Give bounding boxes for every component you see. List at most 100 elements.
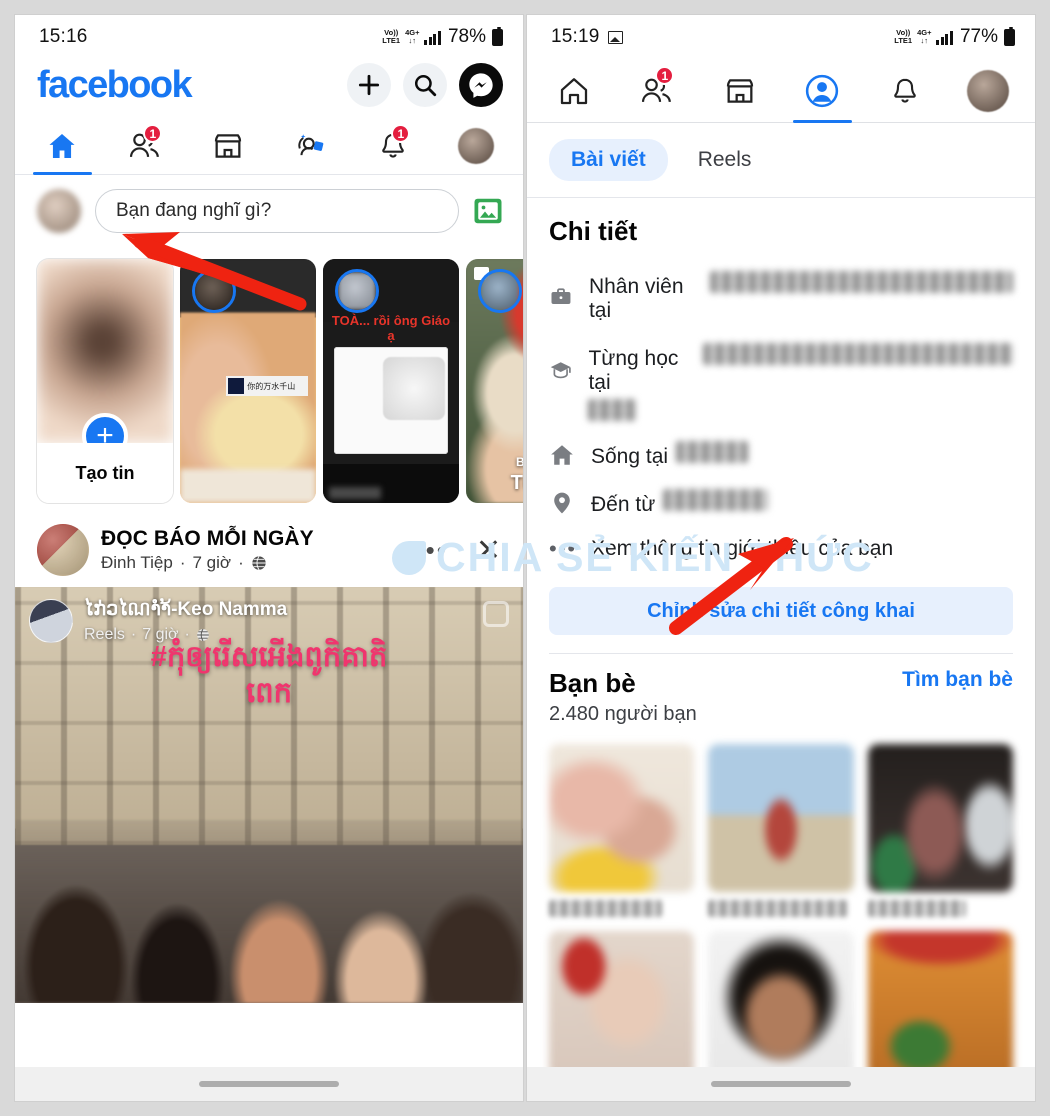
sidebar-item-profile[interactable] [434,117,517,174]
redacted-value [676,441,749,463]
friend-cell[interactable] [708,931,854,1079]
story-bottom-blur [180,469,316,503]
status-time: 15:16 [39,26,88,47]
right-phone-panel: 15:19 Vo)) LTE1 4G+ ↓↑ 77% 1 Bài viết Re… [526,14,1036,1102]
detail-row-see-about-info[interactable]: ••• Xem thông tin giới thiệu của bạn [549,527,1013,571]
story-card[interactable]: TOÀ... rồi ông Giáo ạ [323,259,459,503]
friends-grid [527,732,1035,1079]
redacted-value [709,271,1013,293]
friend-photo [708,744,854,892]
post-page-name[interactable]: ĐỌC BÁO MỖI NGÀY [101,527,397,551]
friend-name-redacted [708,900,848,917]
search-icon [414,74,437,97]
create-button[interactable] [347,63,391,107]
post-reel-video[interactable]: ໄກ່ວໄណາໍຳ້-Keo Namma Reels · 7 giờ · #កុ… [15,587,523,1003]
sidebar-item-home[interactable] [21,117,104,175]
sidebar-item-profile[interactable] [781,59,864,123]
sidebar-item-groups[interactable] [269,117,352,174]
story-overlay-text: TOÀ... rồi ông Giáo ạ [331,312,451,343]
story-card[interactable]: Bia nc Tư N [466,259,523,503]
story-product-earbuds [382,356,446,421]
reel-foreground-crowd [15,819,523,1003]
left-home-indicator[interactable] [15,1067,523,1101]
friend-cell[interactable] [867,744,1013,917]
messenger-button[interactable] [459,63,503,107]
composer-input[interactable]: Bạn đang nghĩ gì? [95,189,459,233]
detail-row-education[interactable]: Từng học tại [549,333,1013,431]
right-home-indicator[interactable] [527,1067,1035,1101]
search-button[interactable] [403,63,447,107]
detail-label: Từng học tại [588,343,1013,395]
post-time: 7 giờ [192,553,232,572]
detail-row-current-city[interactable]: Sống tại [549,431,1013,479]
story-bottom-bar [323,463,459,503]
marketplace-icon [214,133,241,158]
friend-cell[interactable] [708,744,854,917]
sidebar-item-friends[interactable]: 1 [616,59,699,122]
edit-public-details-button[interactable]: Chỉnh sửa chi tiết công khai [549,587,1013,635]
friend-photo [867,931,1013,1079]
ellipsis-icon: ••• [549,536,577,561]
reel-author-avatar [29,598,73,643]
friend-cell[interactable] [867,931,1013,1079]
page-title: Chi tiết [549,216,638,246]
home-icon [561,77,588,104]
volte-indicator: Vo)) LTE1 [894,28,913,45]
battery-icon [1004,26,1015,46]
story-create-label: Tạo tin [37,443,173,503]
story-create-card[interactable]: + Tạo tin [37,259,173,503]
bell-icon [894,78,916,103]
redacted-value [663,489,769,511]
page-avatar[interactable] [37,524,89,576]
see-about-info-label[interactable]: Xem thông tin giới thiệu của bạn [591,537,893,561]
stories-tray[interactable]: + Tạo tin 你的万水千山 TOÀ... rồi ông Giáo ạ B… [15,249,523,513]
location-pin-icon [554,492,570,514]
tab-posts[interactable]: Bài viết [549,139,668,181]
facebook-logo: facebook [37,63,193,106]
sidebar-item-notifications[interactable]: 1 [352,117,435,174]
redacted-value [702,343,1013,365]
friend-photo [708,931,854,1079]
volte-indicator: Vo)) LTE1 [382,28,401,45]
reel-author-header[interactable]: ໄກ່ວໄណາໍຳ້-Keo Namma Reels · 7 giờ · [29,597,287,644]
post-more-button[interactable]: ••• [409,537,454,563]
reel-more-icon[interactable] [483,601,509,627]
story-author-ring [192,269,236,313]
story-card[interactable]: 你的万水千山 [180,259,316,503]
globe-icon [252,556,266,570]
image-icon [607,30,623,44]
groups-icon [298,133,324,155]
sidebar-item-marketplace[interactable] [186,117,269,174]
right-status-bar: 15:19 Vo)) LTE1 4G+ ↓↑ 77% [527,15,1035,59]
briefcase-icon [551,288,571,304]
find-friends-link[interactable]: Tìm bạn bè [902,668,1013,692]
left-status-bar: 15:16 Vo)) LTE1 4G+ ↓↑ 78% [15,15,523,59]
detail-row-work[interactable]: Nhân viên tại [549,261,1013,333]
friends-count: 2.480 người bạn [549,703,697,725]
friend-name-redacted [549,900,663,917]
photo-gallery-icon[interactable] [473,197,503,225]
friends-title: Bạn bè [549,668,636,698]
sidebar-item-menu[interactable] [946,59,1029,122]
graduation-cap-icon [550,362,571,379]
story-overlay-text: Tư N [510,472,523,494]
reel-author-name: ໄກ່ວໄណາໍຳ້-Keo Namma [84,599,288,620]
composer-avatar[interactable] [37,189,81,233]
battery-icon [492,26,503,46]
sidebar-item-friends[interactable]: 1 [104,117,187,174]
friend-cell[interactable] [549,744,695,917]
detail-label: Sống tại [591,441,749,469]
sidebar-item-home[interactable] [533,59,616,122]
post-close-button[interactable]: ✕ [466,533,505,568]
battery-percent: 78% [447,26,486,47]
friend-cell[interactable] [549,931,695,1079]
left-phone-panel: 15:16 Vo)) LTE1 4G+ ↓↑ 78% facebook 1 1 … [14,14,524,1102]
post-composer: Bạn đang nghĩ gì? [15,175,523,249]
post-author: Đinh Tiệp [101,553,173,572]
detail-row-hometown[interactable]: Đến từ [549,479,1013,527]
profile-content-tabs: Bài viết Reels [527,123,1035,198]
tab-reels[interactable]: Reels [676,139,774,181]
sidebar-item-notifications[interactable] [864,59,947,122]
plus-icon [358,74,380,96]
sidebar-item-marketplace[interactable] [698,59,781,122]
